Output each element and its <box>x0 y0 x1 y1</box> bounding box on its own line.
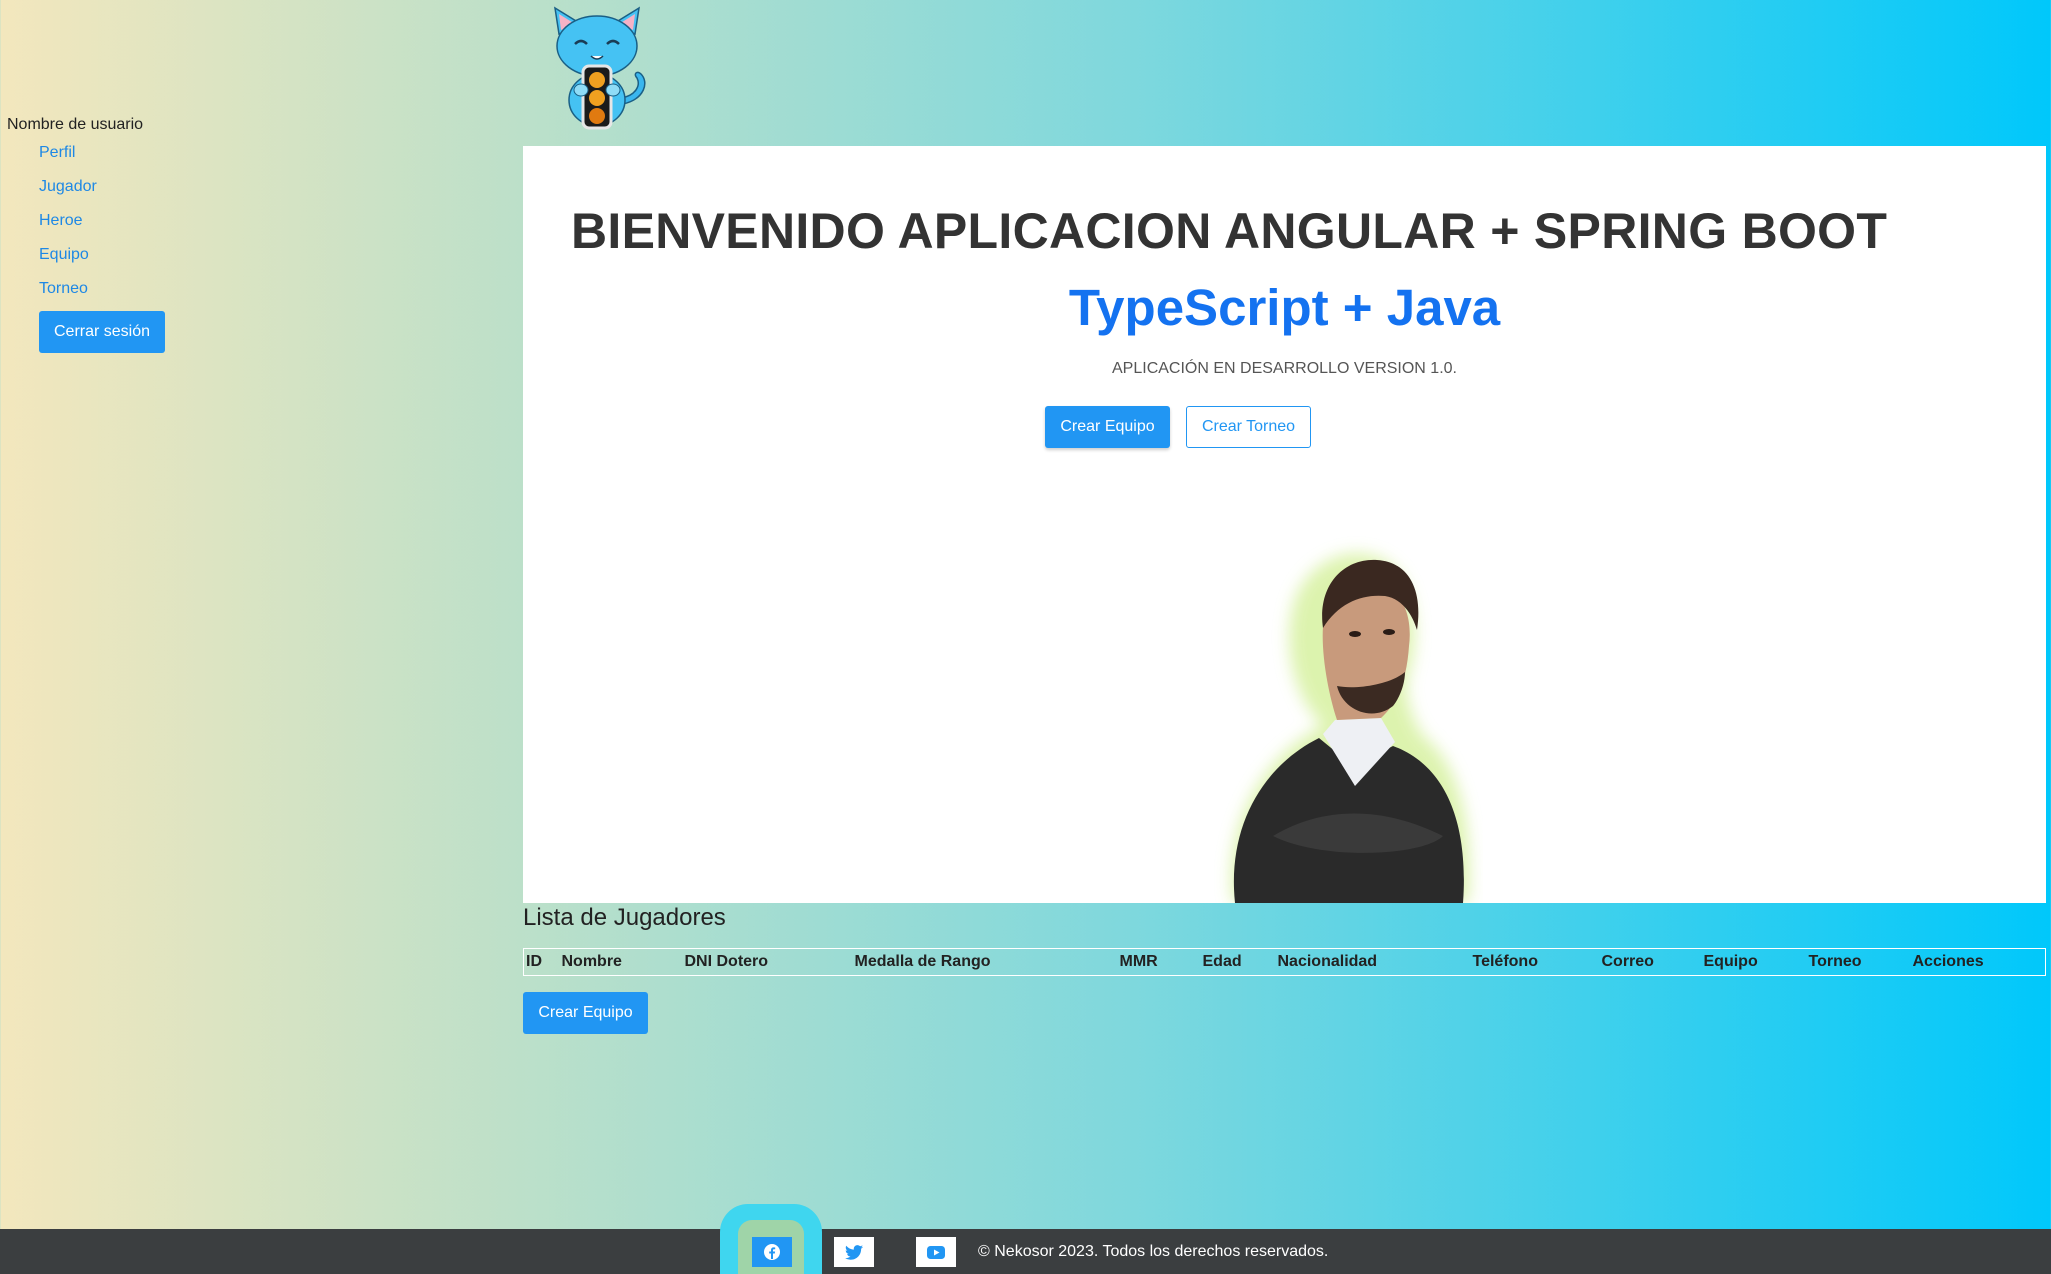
sidebar-item-equipo[interactable]: Equipo <box>39 243 97 277</box>
sidebar-item-torneo[interactable]: Torneo <box>39 277 97 311</box>
column-header-edad: Edad <box>1202 953 1242 970</box>
column-header-equipo: Equipo <box>1703 953 1758 970</box>
youtube-button[interactable] <box>916 1237 956 1267</box>
create-tournament-button[interactable]: Crear Torneo <box>1186 406 1311 448</box>
column-header-torneo: Torneo <box>1808 953 1862 970</box>
youtube-icon <box>927 1245 945 1259</box>
column-header-nombre: Nombre <box>561 953 622 970</box>
facebook-button[interactable] <box>752 1237 792 1267</box>
column-header-id: ID <box>526 953 542 970</box>
players-create-team-button[interactable]: Crear Equipo <box>523 992 648 1034</box>
page-title: BIENVENIDO APLICACION ANGULAR + SPRING B… <box>571 203 1888 259</box>
column-header-acciones: Acciones <box>1912 953 1984 970</box>
sidebar-item-label[interactable]: Perfil <box>39 144 75 161</box>
players-table: ID Nombre DNI Dotero Medalla de Rango MM… <box>523 948 2046 976</box>
players-list-title: Lista de Jugadores <box>523 904 726 931</box>
column-header-dni: DNI Dotero <box>684 953 769 970</box>
sidebar-item-label[interactable]: Jugador <box>39 178 97 195</box>
logout-button[interactable]: Cerrar sesión <box>39 311 165 353</box>
version-text: APLICACIÓN EN DESARROLLO VERSION 1.0. <box>1112 360 1457 377</box>
column-header-telefono: Teléfono <box>1472 953 1538 970</box>
sidebar-item-perfil[interactable]: Perfil <box>39 141 97 175</box>
twitter-icon <box>845 1244 863 1260</box>
hero-panel: BIENVENIDO APLICACION ANGULAR + SPRING B… <box>523 146 2046 903</box>
column-header-mmr: MMR <box>1119 953 1158 970</box>
twitter-button[interactable] <box>834 1237 874 1267</box>
table-header-row: ID Nombre DNI Dotero Medalla de Rango MM… <box>524 949 2046 976</box>
profile-photo <box>1231 553 1470 903</box>
sidebar-item-label[interactable]: Equipo <box>39 246 89 263</box>
sidebar-item-jugador[interactable]: Jugador <box>39 175 97 209</box>
sidebar-item-heroe[interactable]: Heroe <box>39 209 97 243</box>
create-team-button[interactable]: Crear Equipo <box>1045 406 1170 448</box>
facebook-icon <box>764 1244 780 1260</box>
column-header-medalla: Medalla de Rango <box>854 953 991 970</box>
column-header-nacionalidad: Nacionalidad <box>1277 953 1378 970</box>
page-subtitle: TypeScript + Java <box>1068 279 1501 336</box>
copyright-text: © Nekosor 2023. Todos los derechos reser… <box>978 1243 1329 1260</box>
sidebar-nav: Perfil Jugador Heroe Equipo Torneo <box>39 141 97 311</box>
column-header-correo: Correo <box>1601 953 1654 970</box>
username-label: Nombre de usuario <box>7 116 144 133</box>
sidebar-item-label[interactable]: Heroe <box>39 212 83 229</box>
sidebar-item-label[interactable]: Torneo <box>39 280 88 297</box>
cat-logo-icon <box>554 6 646 130</box>
